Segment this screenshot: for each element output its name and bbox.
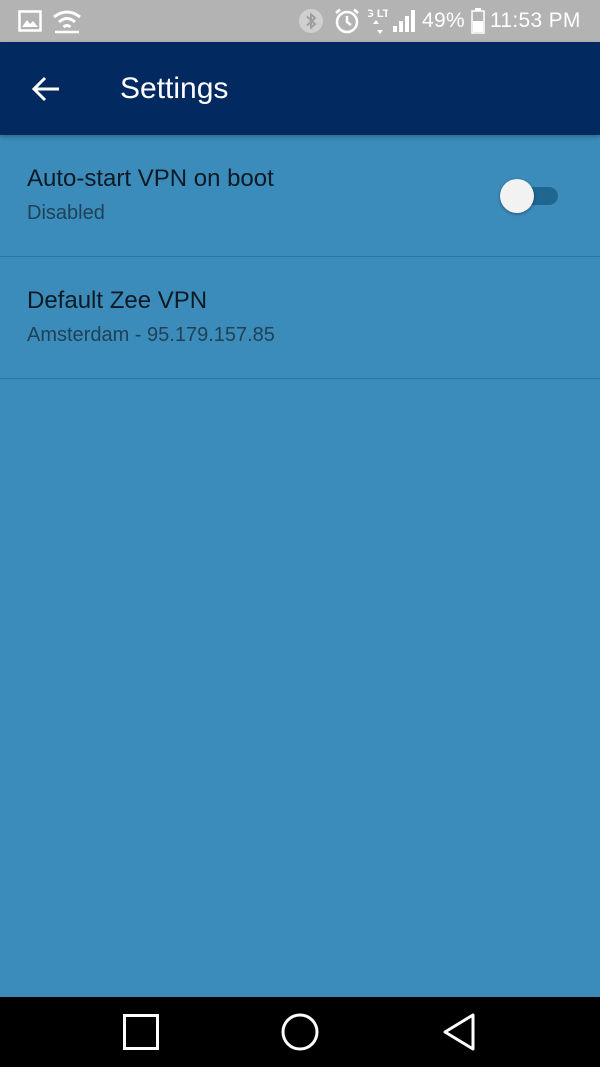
arrow-back-icon <box>31 76 59 102</box>
alarm-icon <box>333 0 361 42</box>
battery-icon <box>470 0 486 42</box>
recent-apps-button[interactable] <box>91 997 191 1067</box>
status-time: 11:53 PM <box>490 9 581 32</box>
settings-list: Auto-start VPN on boot Disabled Default … <box>0 135 600 379</box>
home-button[interactable] <box>250 997 350 1067</box>
page-title: Settings <box>120 72 229 105</box>
status-bar: 4G LTE 49% 11:53 PM <box>0 0 600 42</box>
back-icon <box>443 1013 475 1051</box>
setting-title: Default Zee VPN <box>27 287 208 314</box>
gallery-icon <box>16 0 44 42</box>
toggle-thumb <box>500 179 534 213</box>
auto-start-toggle[interactable] <box>500 179 560 213</box>
nav-back-button[interactable] <box>409 997 509 1067</box>
network-type-label: 4G LTE <box>368 8 388 20</box>
navigation-bar <box>0 997 600 1067</box>
network-4g-lte-icon: 4G LTE <box>368 0 388 42</box>
bluetooth-icon <box>297 0 325 42</box>
setting-summary: Amsterdam - 95.179.157.85 <box>27 324 275 346</box>
setting-default-vpn[interactable]: Default Zee VPN Amsterdam - 95.179.157.8… <box>0 257 600 379</box>
home-icon <box>281 1013 319 1051</box>
battery-percent: 49% <box>422 9 465 32</box>
setting-auto-start-vpn[interactable]: Auto-start VPN on boot Disabled <box>0 135 600 257</box>
wifi-hotspot-icon <box>50 0 84 42</box>
back-button[interactable] <box>20 66 72 112</box>
signal-icon <box>392 0 418 42</box>
app-bar: Settings <box>0 42 600 135</box>
setting-summary: Disabled <box>27 202 105 224</box>
setting-title: Auto-start VPN on boot <box>27 165 274 192</box>
recent-apps-icon <box>123 1014 159 1050</box>
